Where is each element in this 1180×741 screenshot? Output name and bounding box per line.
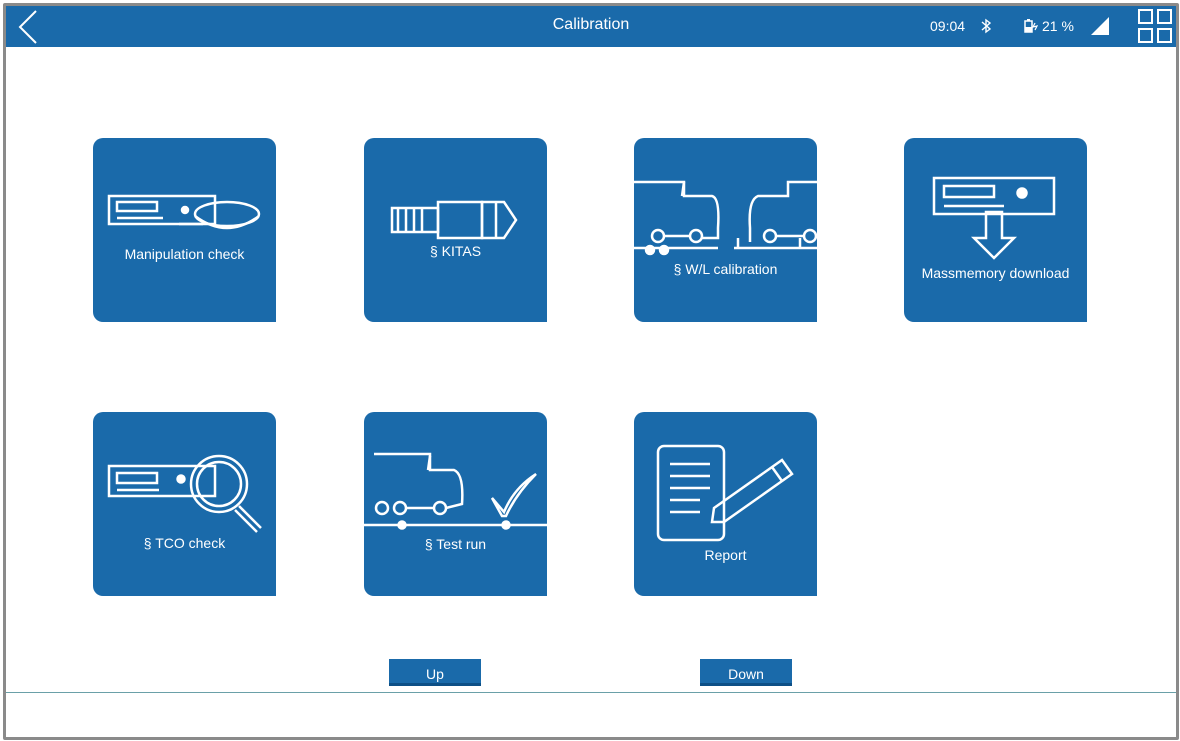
truck-checkmark-icon: [364, 452, 547, 530]
window-frame: [3, 3, 1179, 740]
footer-bar: [6, 693, 1176, 734]
kitas-sensor-icon: [390, 200, 518, 240]
tile-label: § KITAS: [429, 243, 482, 259]
magnifier-icon: [107, 454, 262, 533]
page-title: Calibration: [552, 16, 630, 33]
up-button[interactable]: Up: [389, 659, 481, 686]
tile-label: Report: [704, 547, 747, 563]
down-button[interactable]: Down: [700, 659, 792, 686]
bluetooth-icon: [981, 18, 992, 34]
tile-label: Massmemory download: [921, 265, 1070, 281]
tile-test-run[interactable]: § Test run: [364, 412, 547, 596]
clock: 09:04: [930, 18, 966, 34]
back-arrow-icon[interactable]: [14, 8, 44, 46]
grid-menu-icon[interactable]: [1138, 9, 1174, 45]
tile-label: § W/L calibration: [673, 261, 778, 277]
tile-tco-check[interactable]: § TCO check: [93, 412, 276, 596]
tile-manipulation-check[interactable]: Manipulation check: [93, 138, 276, 322]
download-icon: [932, 176, 1056, 260]
tile-report[interactable]: Report: [634, 412, 817, 596]
report-pen-icon: [656, 444, 794, 542]
tile-label: Manipulation check: [124, 246, 245, 262]
tile-label: § Test run: [424, 536, 487, 552]
battery-charging-icon: [1024, 19, 1038, 33]
truck-calibration-icon: [634, 180, 817, 256]
battery-level: 21 %: [1042, 18, 1074, 34]
tile-massmemory-download[interactable]: Massmemory download: [904, 138, 1087, 322]
tile-wl-calibration[interactable]: § W/L calibration: [634, 138, 817, 322]
tachograph-sensor-icon: [107, 194, 261, 230]
top-bar: Calibration 09:04 21 %: [6, 6, 1176, 47]
signal-icon: [1091, 17, 1109, 35]
tile-kitas[interactable]: § KITAS: [364, 138, 547, 322]
tile-label: § TCO check: [143, 535, 226, 551]
